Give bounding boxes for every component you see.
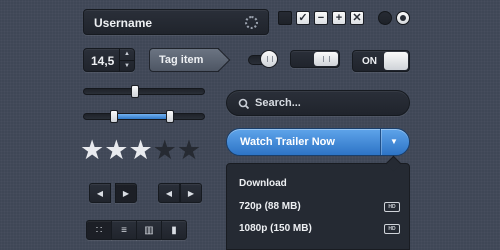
- star-icon[interactable]: ★: [177, 135, 201, 165]
- tag-item[interactable]: Tag item: [149, 48, 219, 72]
- toggle-rect[interactable]: [290, 50, 340, 68]
- columns-view-icon[interactable]: ▥: [136, 220, 162, 240]
- chevron-down-icon[interactable]: ▼: [390, 137, 398, 146]
- username-field[interactable]: Username: [83, 9, 269, 35]
- menu-item-720p[interactable]: 720p (88 MB): [239, 201, 301, 212]
- list-view-icon[interactable]: ≡: [111, 220, 137, 240]
- username-value: Username: [94, 16, 153, 30]
- stepper-value: 14,5: [91, 54, 115, 68]
- stepper-down-button[interactable]: ▼: [119, 60, 134, 72]
- toggle-on-label: ON: [362, 56, 377, 67]
- toggle-rect-knob[interactable]: [314, 52, 338, 66]
- radio-dot-icon: [400, 15, 406, 21]
- star-icon[interactable]: ★: [104, 135, 128, 165]
- tag-label: Tag item: [159, 54, 204, 66]
- range-slider-fill: [114, 114, 170, 119]
- star-icon[interactable]: ★: [128, 135, 152, 165]
- download-menu: Download 720p (88 MB) HD 1080p (150 MB) …: [226, 163, 410, 250]
- grid-view-icon[interactable]: ∷: [86, 220, 112, 240]
- range-slider-knob-left[interactable]: [110, 110, 118, 123]
- number-stepper[interactable]: 14,5 ▲ ▼: [83, 48, 135, 72]
- toggle-round-knob[interactable]: [260, 50, 278, 68]
- hd-badge-icon: HD: [384, 202, 400, 212]
- star-icon[interactable]: ★: [80, 135, 104, 165]
- prev-button[interactable]: ◀: [89, 183, 111, 203]
- next-button[interactable]: ▶: [115, 183, 137, 203]
- checkbox-cross[interactable]: ✕: [350, 11, 364, 25]
- slider-track[interactable]: [83, 88, 205, 95]
- toggle-on-switch[interactable]: ON: [352, 50, 410, 72]
- slider-knob[interactable]: [131, 85, 139, 98]
- range-slider-knob-right[interactable]: [166, 110, 174, 123]
- loading-spinner-icon: [245, 16, 258, 29]
- star-rating[interactable]: ★★★★★: [80, 137, 201, 164]
- search-input[interactable]: Search...: [226, 90, 410, 116]
- checkbox-plus[interactable]: +: [332, 11, 346, 25]
- radio-on[interactable]: [396, 11, 410, 25]
- watch-trailer-button[interactable]: Watch Trailer Now ▼: [226, 128, 410, 156]
- menu-item-1080p[interactable]: 1080p (150 MB): [239, 223, 312, 234]
- watch-trailer-label: Watch Trailer Now: [240, 136, 335, 148]
- film-view-icon[interactable]: ▮: [161, 220, 187, 240]
- grip-icon: [323, 56, 330, 62]
- checkbox-empty[interactable]: [278, 11, 292, 25]
- check-icon: ✓: [298, 12, 308, 24]
- toggle-on-knob[interactable]: [384, 52, 408, 70]
- next-button[interactable]: ▶: [180, 183, 202, 203]
- star-icon[interactable]: ★: [153, 135, 177, 165]
- menu-title: Download: [239, 178, 287, 189]
- search-icon: [238, 98, 250, 110]
- radio-off[interactable]: [378, 11, 392, 25]
- plus-icon: +: [335, 12, 343, 24]
- stepper-up-button[interactable]: ▲: [119, 49, 134, 60]
- hd-badge-icon: HD: [384, 224, 400, 234]
- cross-icon: ✕: [352, 12, 362, 24]
- search-placeholder: Search...: [255, 97, 301, 109]
- checkbox-minus[interactable]: −: [314, 11, 328, 25]
- checkbox-checked[interactable]: ✓: [296, 11, 310, 25]
- grip-icon: [267, 56, 273, 62]
- prev-button[interactable]: ◀: [158, 183, 180, 203]
- button-divider: [380, 129, 381, 155]
- minus-icon: −: [317, 12, 325, 24]
